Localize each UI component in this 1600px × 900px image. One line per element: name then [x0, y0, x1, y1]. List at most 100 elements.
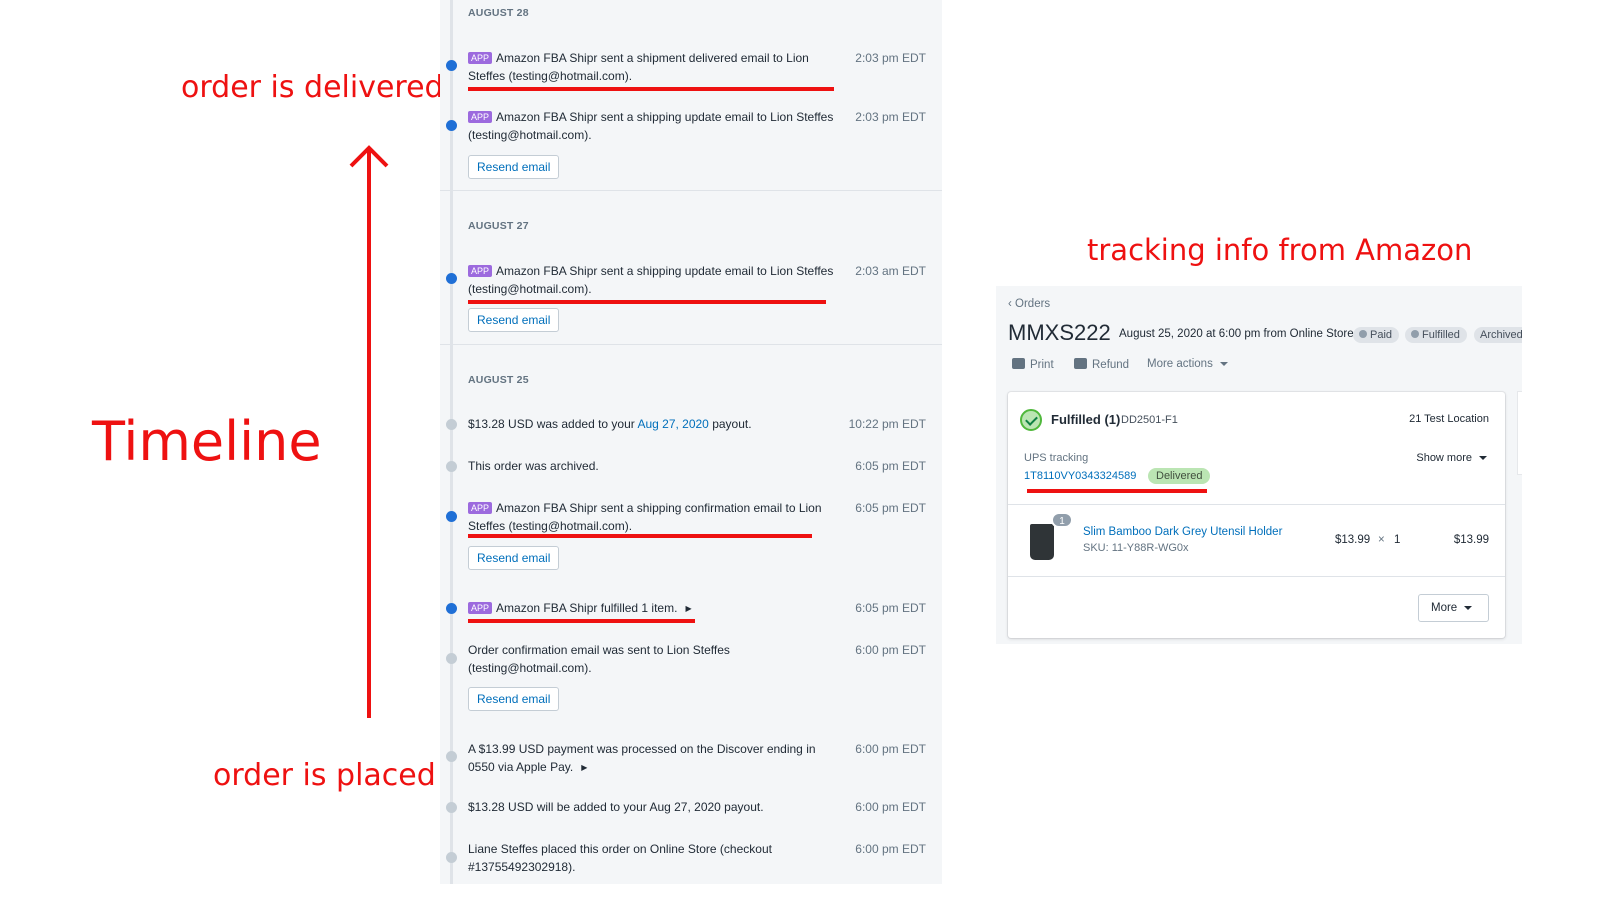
chevron-down-icon [1479, 456, 1487, 460]
timeline-event: APP Amazon FBA Shipr sent a shipping upda… [468, 262, 840, 298]
timeline-event: Order confirmation email was sent to Lio… [468, 643, 730, 675]
event-time: 2:03 pm EDT [855, 110, 926, 124]
more-button[interactable]: More [1418, 594, 1489, 622]
timeline-dot [446, 60, 457, 71]
app-badge: APP [468, 52, 493, 64]
event-time: 6:00 pm EDT [855, 842, 926, 856]
expand-triangle-icon[interactable]: ▶ [685, 604, 691, 613]
tracking-label: UPS tracking [1024, 452, 1089, 464]
timeline-event: $13.28 USD was added to your Aug 27, 202… [468, 415, 840, 433]
event-time: 6:00 pm EDT [855, 643, 926, 657]
chevron-down-icon [1464, 606, 1473, 610]
timeline-event: This order was archived. [468, 459, 599, 473]
timeline-dot [446, 120, 457, 131]
printer-icon [1012, 358, 1025, 369]
event-text: Amazon FBA Shipr fulfilled 1 item. [496, 601, 678, 615]
adjacent-card-edge [1518, 392, 1522, 474]
order-title: MMXS222 [1008, 320, 1111, 345]
event-time: 6:05 pm EDT [855, 501, 926, 515]
resend-email-button[interactable]: Resend email [468, 687, 560, 711]
day-heading: AUGUST 27 [468, 220, 529, 232]
status-badge-fulfilled: Fulfilled [1405, 327, 1467, 343]
tracking-number-link[interactable]: 1T8110VY0343324589 [1024, 470, 1136, 482]
expand-triangle-icon[interactable]: ▶ [581, 763, 587, 772]
chevron-down-icon [1219, 362, 1228, 366]
event-text: Amazon FBA Shipr sent a shipment deliver… [468, 51, 809, 83]
times-sign: × [1378, 534, 1385, 546]
status-badge-paid: Paid [1353, 327, 1400, 343]
product-sku: SKU: 11-Y88R-WG0x [1083, 542, 1189, 554]
product-name-link[interactable]: Slim Bamboo Dark Grey Utensil Holder [1083, 526, 1282, 538]
orders-back-link[interactable]: ‹ Orders [1008, 298, 1050, 310]
resend-email-button[interactable]: Resend email [468, 546, 560, 570]
quantity: 1 [1394, 534, 1401, 546]
unit-price: $13.99 [1335, 534, 1371, 546]
red-underline [468, 619, 695, 623]
resend-email-button[interactable]: Resend email [468, 308, 560, 332]
day-heading: AUGUST 28 [468, 7, 529, 19]
event-text: Amazon FBA Shipr sent a shipping update … [468, 264, 834, 296]
check-circle-icon [1020, 409, 1042, 431]
event-text: $13.28 USD was added to your [468, 417, 638, 431]
more-actions-button[interactable]: More actions [1147, 358, 1228, 370]
annotation-order-placed: order is placed [213, 758, 436, 793]
card-divider [1008, 504, 1505, 505]
delivered-badge: Delivered [1148, 468, 1211, 484]
timeline-event: Liane Steffes placed this order on Onlin… [468, 842, 772, 874]
day-divider [440, 344, 942, 345]
annotation-tracking-info: tracking info from Amazon [1087, 233, 1473, 267]
event-text: payout. [708, 417, 752, 431]
line-total: $13.99 [1453, 534, 1489, 546]
timeline-dot [446, 852, 457, 863]
timeline-event: $13.28 USD will be added to your Aug 27,… [468, 800, 764, 814]
day-divider [440, 190, 942, 191]
event-time: 6:05 pm EDT [855, 601, 926, 615]
red-underline [1027, 489, 1207, 493]
order-details-panel: ‹ Orders MMXS222 August 25, 2020 at 6:00… [996, 286, 1522, 644]
resend-email-button[interactable]: Resend email [468, 155, 560, 179]
annotation-order-delivered: order is delivered [181, 70, 444, 105]
order-subtitle: August 25, 2020 at 6:00 pm from Online S… [1119, 328, 1354, 340]
timeline-dot [446, 802, 457, 813]
fulfillment-card: Fulfilled (1) DD2501-F1 21 Test Location… [1008, 392, 1505, 638]
fulfillment-location: 21 Test Location [1409, 413, 1489, 425]
refund-button[interactable]: Refund [1074, 358, 1129, 371]
print-button[interactable]: Print [1012, 358, 1054, 371]
timeline-arrow-up-icon [349, 145, 389, 718]
timeline-dot [446, 603, 457, 614]
app-badge: APP [468, 265, 493, 277]
refund-icon [1074, 358, 1087, 369]
app-badge: APP [468, 502, 493, 514]
event-time: 2:03 am EDT [855, 264, 926, 278]
timeline-dot [446, 653, 457, 664]
status-badge-archived: Archived [1474, 327, 1522, 343]
payout-link[interactable]: Aug 27, 2020 [637, 417, 708, 431]
chevron-left-icon: ‹ [1008, 298, 1016, 310]
timeline-event: APP Amazon FBA Shipr sent a shipping upda… [468, 108, 840, 144]
fulfilled-label: Fulfilled (1) [1051, 412, 1121, 427]
event-time: 6:00 pm EDT [855, 742, 926, 756]
card-divider [1008, 576, 1505, 577]
timeline-dot [446, 461, 457, 472]
timeline-event[interactable]: A $13.99 USD payment was processed on th… [468, 740, 840, 777]
timeline-event: APP Amazon FBA Shipr sent a shipping conf… [468, 499, 840, 535]
fulfillment-id: DD2501-F1 [1121, 414, 1178, 426]
timeline-event[interactable]: APP Amazon FBA Shipr fulfilled 1 item. ▶ [468, 599, 840, 618]
orders-link-label: Orders [1015, 298, 1051, 310]
event-time: 10:22 pm EDT [848, 417, 926, 431]
timeline-dot [446, 419, 457, 430]
red-underline [468, 300, 826, 304]
event-time: 6:05 pm EDT [855, 459, 926, 473]
day-heading: AUGUST 25 [468, 374, 529, 386]
event-text: Amazon FBA Shipr sent a shipping confirm… [468, 501, 822, 533]
event-text: A $13.99 USD payment was processed on th… [468, 742, 816, 774]
timeline-event: APP Amazon FBA Shipr sent a shipment deli… [468, 49, 840, 85]
timeline-dot [446, 751, 457, 762]
annotation-timeline: Timeline [92, 410, 322, 473]
event-time: 6:00 pm EDT [855, 800, 926, 814]
red-underline [468, 534, 812, 538]
show-more-button[interactable]: Show more [1416, 452, 1487, 464]
red-underline [468, 87, 834, 91]
quantity-badge: 1 [1051, 512, 1073, 528]
app-badge: APP [468, 602, 493, 614]
